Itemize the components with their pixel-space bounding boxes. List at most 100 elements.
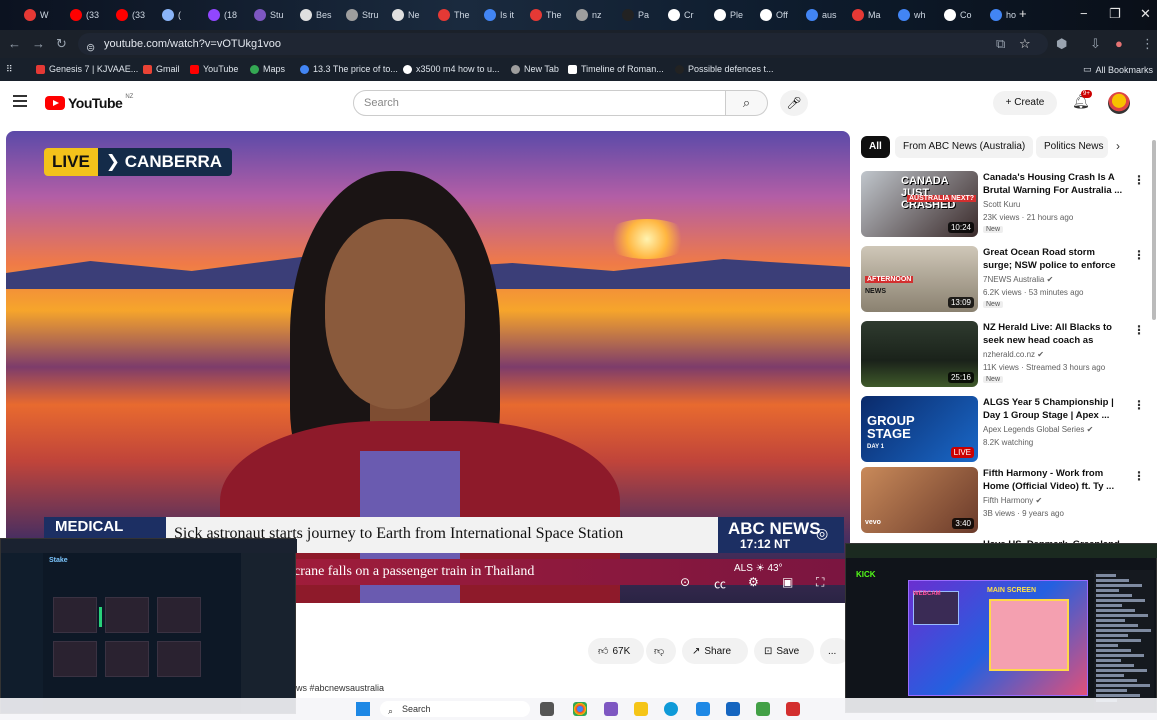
avatar[interactable]	[1108, 92, 1130, 114]
video-hashtags[interactable]: ws #abcnewsaustralia	[296, 683, 384, 693]
app-icon[interactable]	[786, 702, 800, 716]
browser-tab[interactable]: (	[162, 4, 181, 26]
browser-tab[interactable]: Ple	[714, 4, 743, 26]
more-options-icon[interactable]: ⋮	[1133, 173, 1145, 187]
channel-name[interactable]: Fifth Harmony ✔	[983, 496, 1042, 505]
sidebar-scrollbar[interactable]	[1152, 140, 1156, 320]
chip-politics[interactable]: Politics News	[1036, 136, 1108, 158]
all-bookmarks[interactable]: ▭ All Bookmarks	[1083, 64, 1153, 75]
chrome-icon[interactable]	[573, 702, 587, 716]
voice-search-button[interactable]: 🎤︎	[780, 90, 808, 116]
video-thumbnail[interactable]: GROUP STAGE DAY 1 LIVE	[861, 396, 978, 462]
browser-tab[interactable]: Pa	[622, 4, 649, 26]
bookmark-item[interactable]: Maps	[250, 64, 285, 74]
recommendation-item[interactable]: vevo 3:40 Fifth Harmony - Work from Home…	[861, 467, 1151, 533]
channel-name[interactable]: Apex Legends Global Series ✔	[983, 425, 1093, 434]
more-options-icon[interactable]: ⋮	[1133, 248, 1145, 262]
bookmark-item[interactable]: Genesis 7 | KJVAAE...	[36, 64, 138, 74]
video-title[interactable]: Great Ocean Road storm surge; NSW police…	[983, 246, 1125, 272]
apps-icon[interactable]: ⠿	[6, 64, 13, 75]
channel-name[interactable]: Scott Kuru	[983, 200, 1020, 209]
browser-tab[interactable]: nz	[576, 4, 602, 26]
video-thumbnail[interactable]: 25:16	[861, 321, 978, 387]
bookmark-item[interactable]: 13.3 The price of to...	[300, 64, 398, 74]
windows-start-icon[interactable]	[356, 702, 370, 716]
video-player[interactable]: LIVE ❯ CANBERRA MEDICAL Sick astronaut s…	[6, 131, 850, 603]
recommendation-item[interactable]: 25:16 NZ Herald Live: All Blacks to seek…	[861, 321, 1151, 387]
dislike-button[interactable]: 👎︎	[646, 638, 676, 664]
menu-icon[interactable]: ⋮	[1141, 36, 1154, 52]
forward-icon[interactable]: →	[32, 36, 45, 51]
app-icon[interactable]	[604, 702, 618, 716]
captions-icon[interactable]: ㏄	[714, 575, 726, 592]
maximize-icon[interactable]: ❐	[1109, 6, 1121, 22]
channel-name[interactable]: nzherald.co.nz ✔	[983, 350, 1044, 359]
recommendation-item[interactable]: AFTERNOON NEWS 13:09 Great Ocean Road st…	[861, 246, 1151, 312]
like-button[interactable]: 👍︎ 67K	[588, 638, 644, 664]
profile-icon[interactable]: ●	[1115, 36, 1123, 51]
chevron-right-icon[interactable]: ›	[1116, 139, 1120, 153]
bookmark-item[interactable]: New Tab	[511, 64, 559, 74]
browser-tab[interactable]: The	[530, 4, 562, 26]
mail-icon[interactable]	[696, 702, 710, 716]
browser-tab[interactable]: Stu	[254, 4, 284, 26]
more-options-icon[interactable]: ⋮	[1133, 323, 1145, 337]
video-thumbnail[interactable]: CANADA JUST CRASHED AUSTRALIA NEXT? 10:2…	[861, 171, 978, 237]
hamburger-menu-icon[interactable]	[13, 95, 27, 107]
taskbar-search[interactable]: ⌕ Search	[380, 701, 530, 717]
search-button[interactable]: ⌕	[726, 90, 768, 116]
create-button[interactable]: + Create	[993, 91, 1057, 115]
bookmark-item[interactable]: Gmail	[143, 64, 180, 74]
save-button[interactable]: ⊡ Save	[754, 638, 814, 664]
minimize-icon[interactable]: −	[1080, 6, 1088, 21]
task-view-icon[interactable]	[540, 702, 554, 716]
browser-tab[interactable]: Ne	[392, 4, 420, 26]
video-title[interactable]: Canada's Housing Crash Is A Brutal Warni…	[983, 171, 1125, 197]
browser-tab[interactable]: ho	[990, 4, 1016, 26]
browser-tab[interactable]: (18	[208, 4, 237, 26]
settings-gear-icon[interactable]: ⚙	[748, 575, 759, 589]
browser-tab[interactable]: (33	[70, 4, 99, 26]
downloads-icon[interactable]: ⇩	[1090, 36, 1101, 52]
reload-icon[interactable]: ↻	[56, 36, 67, 52]
fullscreen-icon[interactable]: ⛶	[816, 575, 824, 590]
cast-icon[interactable]: ⧉	[996, 36, 1005, 52]
share-button[interactable]: ↗ Share	[682, 638, 748, 664]
browser-tab[interactable]: Stru	[346, 4, 379, 26]
browser-tab[interactable]: Cr	[668, 4, 694, 26]
chip-all[interactable]: All	[861, 136, 890, 158]
new-tab-icon[interactable]: +	[1019, 6, 1027, 21]
browser-tab[interactable]: The	[438, 4, 470, 26]
video-title[interactable]: NZ Herald Live: All Blacks to seek new h…	[983, 321, 1125, 347]
browser-tab[interactable]: Ma	[852, 4, 881, 26]
close-window-icon[interactable]: ✕	[1140, 6, 1151, 22]
bookmark-item[interactable]: x3500 m4 how to u...	[403, 64, 500, 74]
recommendation-item[interactable]: GROUP STAGE DAY 1 LIVE ALGS Year 5 Champ…	[861, 396, 1151, 462]
browser-tab[interactable]: Is it	[484, 4, 514, 26]
video-title[interactable]: Fifth Harmony - Work from Home (Official…	[983, 467, 1125, 493]
channel-name[interactable]: 7NEWS Australia ✔	[983, 275, 1053, 284]
miniplayer-icon[interactable]: ▣	[782, 575, 793, 589]
browser-tab[interactable]: Bes	[300, 4, 332, 26]
browser-tab[interactable]: (33	[116, 4, 145, 26]
chip-from-abc[interactable]: From ABC News (Australia)	[895, 136, 1034, 158]
search-input[interactable]: Search	[353, 90, 726, 116]
extensions-icon[interactable]: ⬢	[1056, 36, 1067, 52]
video-title[interactable]: ALGS Year 5 Championship | Day 1 Group S…	[983, 396, 1125, 422]
video-thumbnail[interactable]: AFTERNOON NEWS 13:09	[861, 246, 978, 312]
bookmark-star-icon[interactable]: ☆	[1019, 36, 1031, 52]
browser-tab[interactable]: aus	[806, 4, 837, 26]
browser-tab[interactable]: Co	[944, 4, 972, 26]
recommendation-item[interactable]: CANADA JUST CRASHED AUSTRALIA NEXT? 10:2…	[861, 171, 1151, 237]
browser-tab[interactable]: W	[24, 4, 49, 26]
bookmark-item[interactable]: Timeline of Roman...	[568, 64, 664, 74]
back-icon[interactable]: ←	[8, 36, 21, 51]
bookmark-item[interactable]: YouTube	[190, 64, 238, 74]
bookmark-item[interactable]: Possible defences t...	[675, 64, 774, 74]
browser-tab[interactable]: Off	[760, 4, 788, 26]
app-icon[interactable]	[756, 702, 770, 716]
store-icon[interactable]	[726, 702, 740, 716]
edge-icon[interactable]	[664, 702, 678, 716]
autoplay-toggle[interactable]: ⊙	[680, 575, 690, 589]
browser-tab[interactable]: wh	[898, 4, 926, 26]
